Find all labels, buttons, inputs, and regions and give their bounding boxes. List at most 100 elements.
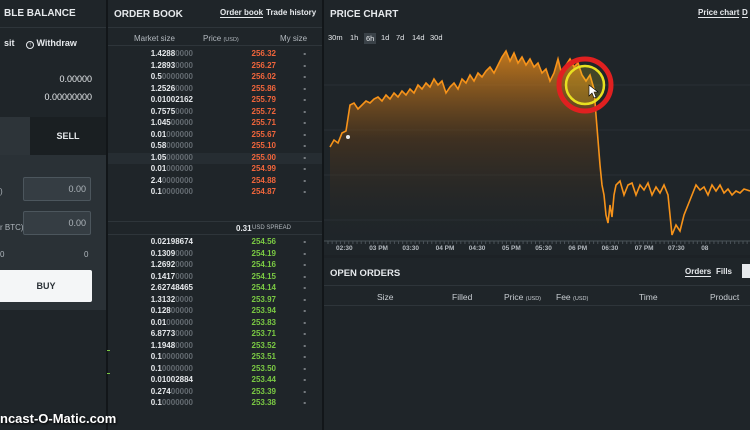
ask-row[interactable]: 0.75750000 255.72 - [108,107,322,119]
bid-row[interactable]: 0.10000000 253.38 - [108,398,322,410]
market-size: 0.10000000 [150,398,193,407]
size-padding: 0000 [175,248,193,258]
x-tick-label: 04 PM [435,245,455,252]
deposit-button[interactable]: sit [4,38,15,48]
ask-row[interactable]: 1.04500000 255.71 - [108,118,322,130]
ask-row[interactable]: 0.01000000 255.67 - [108,130,322,142]
timeframe-1d[interactable]: 1d [381,33,389,42]
my-size: - [303,95,306,104]
x-tick-label: 05 PM [502,245,521,252]
price-input[interactable]: 0.00 [23,211,91,235]
size-padding: 000000 [166,317,193,327]
my-size: - [303,283,306,292]
field-2-label: r BTC) [0,223,24,232]
amount-input[interactable]: 0.00 [23,177,91,201]
bid-row[interactable]: 0.13090000 254.19 - [108,249,322,261]
order-book-title: ORDER BOOK [114,9,183,20]
bid-row[interactable]: 0.12800000 253.94 - [108,306,322,318]
col-time: Time [639,292,658,302]
bid-row[interactable]: 0.10000000 253.50 - [108,364,322,376]
bid-row[interactable]: 0.14170000 254.15 - [108,272,322,284]
market-size: 1.19480000 [150,340,193,350]
my-size: - [303,260,306,269]
bid-row[interactable]: 1.31320000 253.97 - [108,295,322,307]
market-size: 1.25260000 [150,83,193,93]
market-size: 2.40000000 [150,175,193,185]
tab-buy[interactable] [0,117,30,155]
bid-row[interactable]: 0.02198674 254.56 - [108,237,322,249]
timeframe-1h[interactable]: 1h [350,33,358,42]
my-size: - [303,317,306,327]
ask-row[interactable]: 1.42880000 256.32 - [108,49,322,61]
market-size: 1.28930000 [150,60,193,70]
market-size: 0.14170000 [150,271,193,281]
timeframe-7d[interactable]: 7d [396,33,404,42]
market-size: 0.01002162 [150,95,193,104]
bid-row[interactable]: 1.26920000 254.16 - [108,260,322,272]
size-padding: 0000 [175,49,193,58]
bid-row[interactable]: 0.01002884 253.44 - [108,375,322,387]
timeframe-14d[interactable]: 14d [412,33,425,42]
bid-row[interactable]: 6.87730000 253.71 - [108,329,322,341]
ask-row[interactable]: 2.40000000 254.88 - [108,176,322,188]
bid-row[interactable]: 0.01000000 253.83 - [108,318,322,330]
spread-value: 0.31 [236,224,252,233]
my-size: - [303,340,306,350]
price: 254.88 [251,175,276,185]
ask-row[interactable]: 0.01000000 254.99 - [108,164,322,176]
x-tick-label: 05:30 [535,245,552,252]
x-tick-label: 03 PM [369,245,388,252]
size-padding: 0000 [175,329,193,338]
ask-row[interactable]: 0.01002162 255.79 - [108,95,322,107]
bid-row[interactable]: 0.10000000 253.51 - [108,352,322,364]
total-value: 0 [84,250,89,259]
market-size: 0.10000000 [150,352,193,361]
size-padding: 0000000 [161,398,193,407]
size-padding: 0000000 [161,187,193,196]
price-chart[interactable] [324,45,750,245]
panel-toggle[interactable] [742,264,750,278]
size-padding: 000000 [166,129,193,139]
buy-button[interactable]: BUY [0,270,92,302]
my-size: - [303,164,306,173]
tab-price-chart[interactable]: Price chart [698,8,740,18]
ask-row[interactable]: 0.50000000 256.02 - [108,72,322,84]
ask-row[interactable]: 1.25260000 255.86 - [108,84,322,96]
price: 254.15 [251,271,276,281]
withdraw-icon: ↑ [26,41,34,49]
ask-row[interactable]: 0.10000000 254.87 - [108,187,322,199]
tab-order-book[interactable]: Order book [220,8,264,18]
bid-row[interactable]: 2.62748465 254.14 - [108,283,322,295]
bid-row[interactable]: 0.27400000 253.39 - [108,387,322,399]
my-size: - [303,60,306,70]
col-price-label: Price [203,34,222,43]
price: 253.50 [251,363,276,373]
col-my-size: My size [280,34,308,43]
price: 254.14 [251,283,276,292]
ask-row[interactable]: 1.28930000 256.27 - [108,61,322,73]
market-size: 0.01000000 [150,129,193,139]
timeframe-30d[interactable]: 30d [430,33,443,42]
tab-orders[interactable]: Orders [685,267,712,277]
timeframe-6h[interactable]: 6h [364,33,377,44]
size-padding: 0000 [175,106,193,116]
tab-sell[interactable]: SELL [30,117,106,155]
market-size: 1.31320000 [150,294,193,304]
size-padding: 00000 [170,306,193,315]
my-size: - [303,187,306,196]
bid-row[interactable]: 1.19480000 253.52 - [108,341,322,353]
tab-trade-history[interactable]: Trade history [266,8,316,17]
col-price: Price (USD) [203,34,239,43]
ask-row[interactable]: 1.05000000 255.00 - [108,152,322,164]
size-padding: 0000 [175,260,193,269]
total-label: 0 [0,250,5,259]
timeframe-30m[interactable]: 30m [328,33,343,42]
tab-depth-chart[interactable]: D [742,8,748,18]
x-tick-label: 06:30 [601,245,619,252]
tab-fills[interactable]: Fills [716,267,732,276]
ask-row[interactable]: 0.58000000 255.10 - [108,141,322,153]
x-tick-label: 03:30 [402,245,420,252]
market-size: 0.10000000 [150,363,193,373]
withdraw-button[interactable]: ↑ Withdraw [26,38,77,49]
size-padding: 00000 [170,118,193,127]
